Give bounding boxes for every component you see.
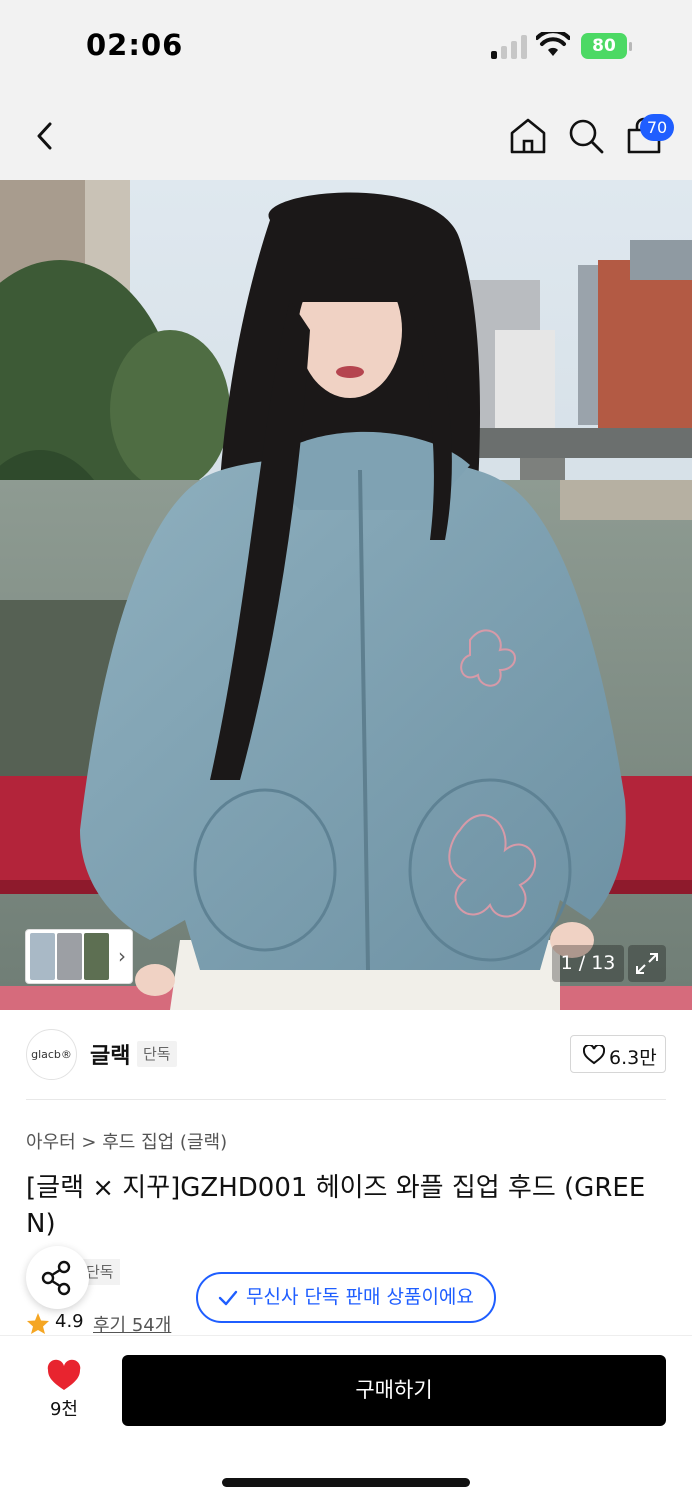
breadcrumb-item[interactable]: 후드 집업 (글랙) — [102, 1132, 227, 1153]
brand-logo[interactable]: glacb® — [26, 1029, 77, 1080]
breadcrumb-separator: > — [81, 1132, 97, 1153]
battery-cap — [629, 42, 632, 51]
product-image[interactable] — [0, 180, 692, 1010]
battery-level: 80 — [581, 33, 627, 59]
image-counter: 1 / 13 — [552, 945, 624, 982]
thumbnail[interactable] — [84, 933, 109, 980]
home-icon[interactable] — [506, 114, 550, 158]
wifi-icon — [535, 29, 571, 58]
check-icon — [218, 1290, 238, 1306]
brand-like-count: 6.3만 — [609, 1047, 657, 1069]
expand-icon[interactable] — [628, 945, 666, 982]
heart-filled-icon — [47, 1359, 81, 1390]
cart-count-badge: 70 — [640, 114, 674, 141]
toast-text: 무신사 단독 판매 상품이에요 — [246, 1286, 474, 1308]
review-link[interactable]: 후기 54개 — [93, 1311, 171, 1337]
wishlist-button[interactable]: 9천 — [30, 1357, 98, 1425]
share-button[interactable] — [26, 1246, 89, 1309]
brand-name[interactable]: 글랙 — [90, 1038, 130, 1070]
brand-like-button[interactable]: 6.3만 — [570, 1035, 666, 1073]
battery-icon: 80 — [581, 33, 633, 59]
star-icon — [27, 1313, 49, 1334]
breadcrumb-item[interactable]: 아우터 — [26, 1132, 76, 1153]
breadcrumb: 아우터 > 후드 집업 (글랙) — [26, 1128, 227, 1154]
status-bar: 02:06 80 — [0, 0, 692, 92]
buy-button[interactable]: 구매하기 — [122, 1355, 666, 1426]
exclusive-badge: 단독 — [137, 1041, 177, 1067]
wishlist-count: 9천 — [49, 1399, 78, 1420]
thumbnail[interactable] — [57, 933, 82, 980]
heart-outline-icon — [583, 1045, 605, 1065]
share-icon — [41, 1260, 71, 1296]
product-title: [글랙 × 지꾸]GZHD001 헤이즈 와플 집업 후드 (GREEN) — [26, 1173, 646, 1239]
divider — [26, 1099, 666, 1100]
thumbnail-strip[interactable]: › — [25, 929, 133, 984]
rating-value: 4.9 — [55, 1311, 84, 1332]
thumbnail[interactable] — [30, 933, 55, 980]
chevron-right-icon: › — [118, 944, 126, 968]
search-icon[interactable] — [564, 114, 608, 158]
exclusive-toast: 무신사 단독 판매 상품이에요 — [196, 1272, 496, 1323]
status-time: 02:06 — [86, 28, 184, 62]
back-icon[interactable] — [24, 114, 68, 158]
home-indicator — [222, 1478, 470, 1487]
signal-icon — [491, 35, 527, 59]
